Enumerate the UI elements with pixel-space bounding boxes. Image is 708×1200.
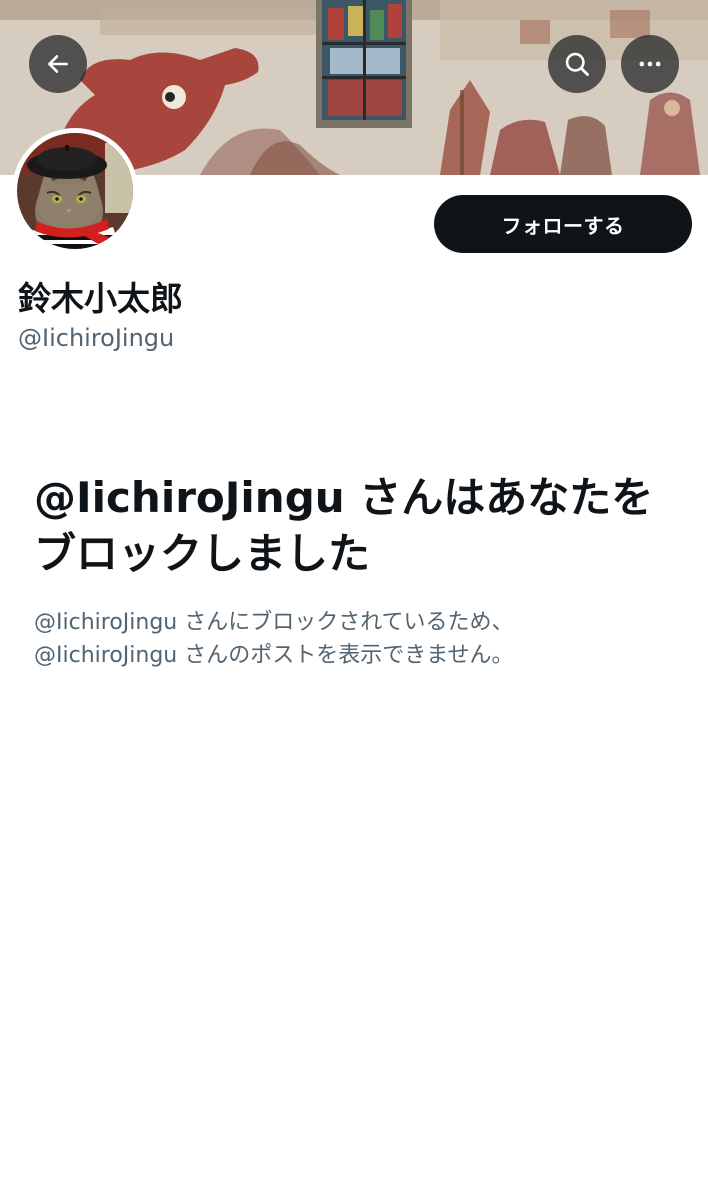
profile-handle: @IichiroJingu [18, 324, 175, 352]
more-horizontal-icon [639, 61, 661, 67]
search-button[interactable] [548, 35, 606, 93]
avatar[interactable] [12, 128, 138, 254]
profile-display-name: 鈴木小太郎 [18, 279, 183, 318]
blocked-notice-title: @IichiroJingu さんはあなたをブロックしました [34, 473, 654, 578]
back-button[interactable] [29, 35, 87, 93]
more-options-button[interactable] [621, 35, 679, 93]
blocked-notice-description: @IichiroJingu さんにブロックされているため、 @IichiroJi… [34, 606, 674, 672]
search-icon [565, 52, 589, 76]
arrow-left-icon [48, 55, 68, 73]
follow-button[interactable]: フォローする [434, 195, 692, 253]
blocked-notice-description-line1: @IichiroJingu さんにブロックされているため、 [34, 610, 514, 635]
avatar-image [17, 133, 133, 249]
blocked-notice-description-line2: @IichiroJingu さんのポストを表示できません。 [34, 643, 514, 668]
